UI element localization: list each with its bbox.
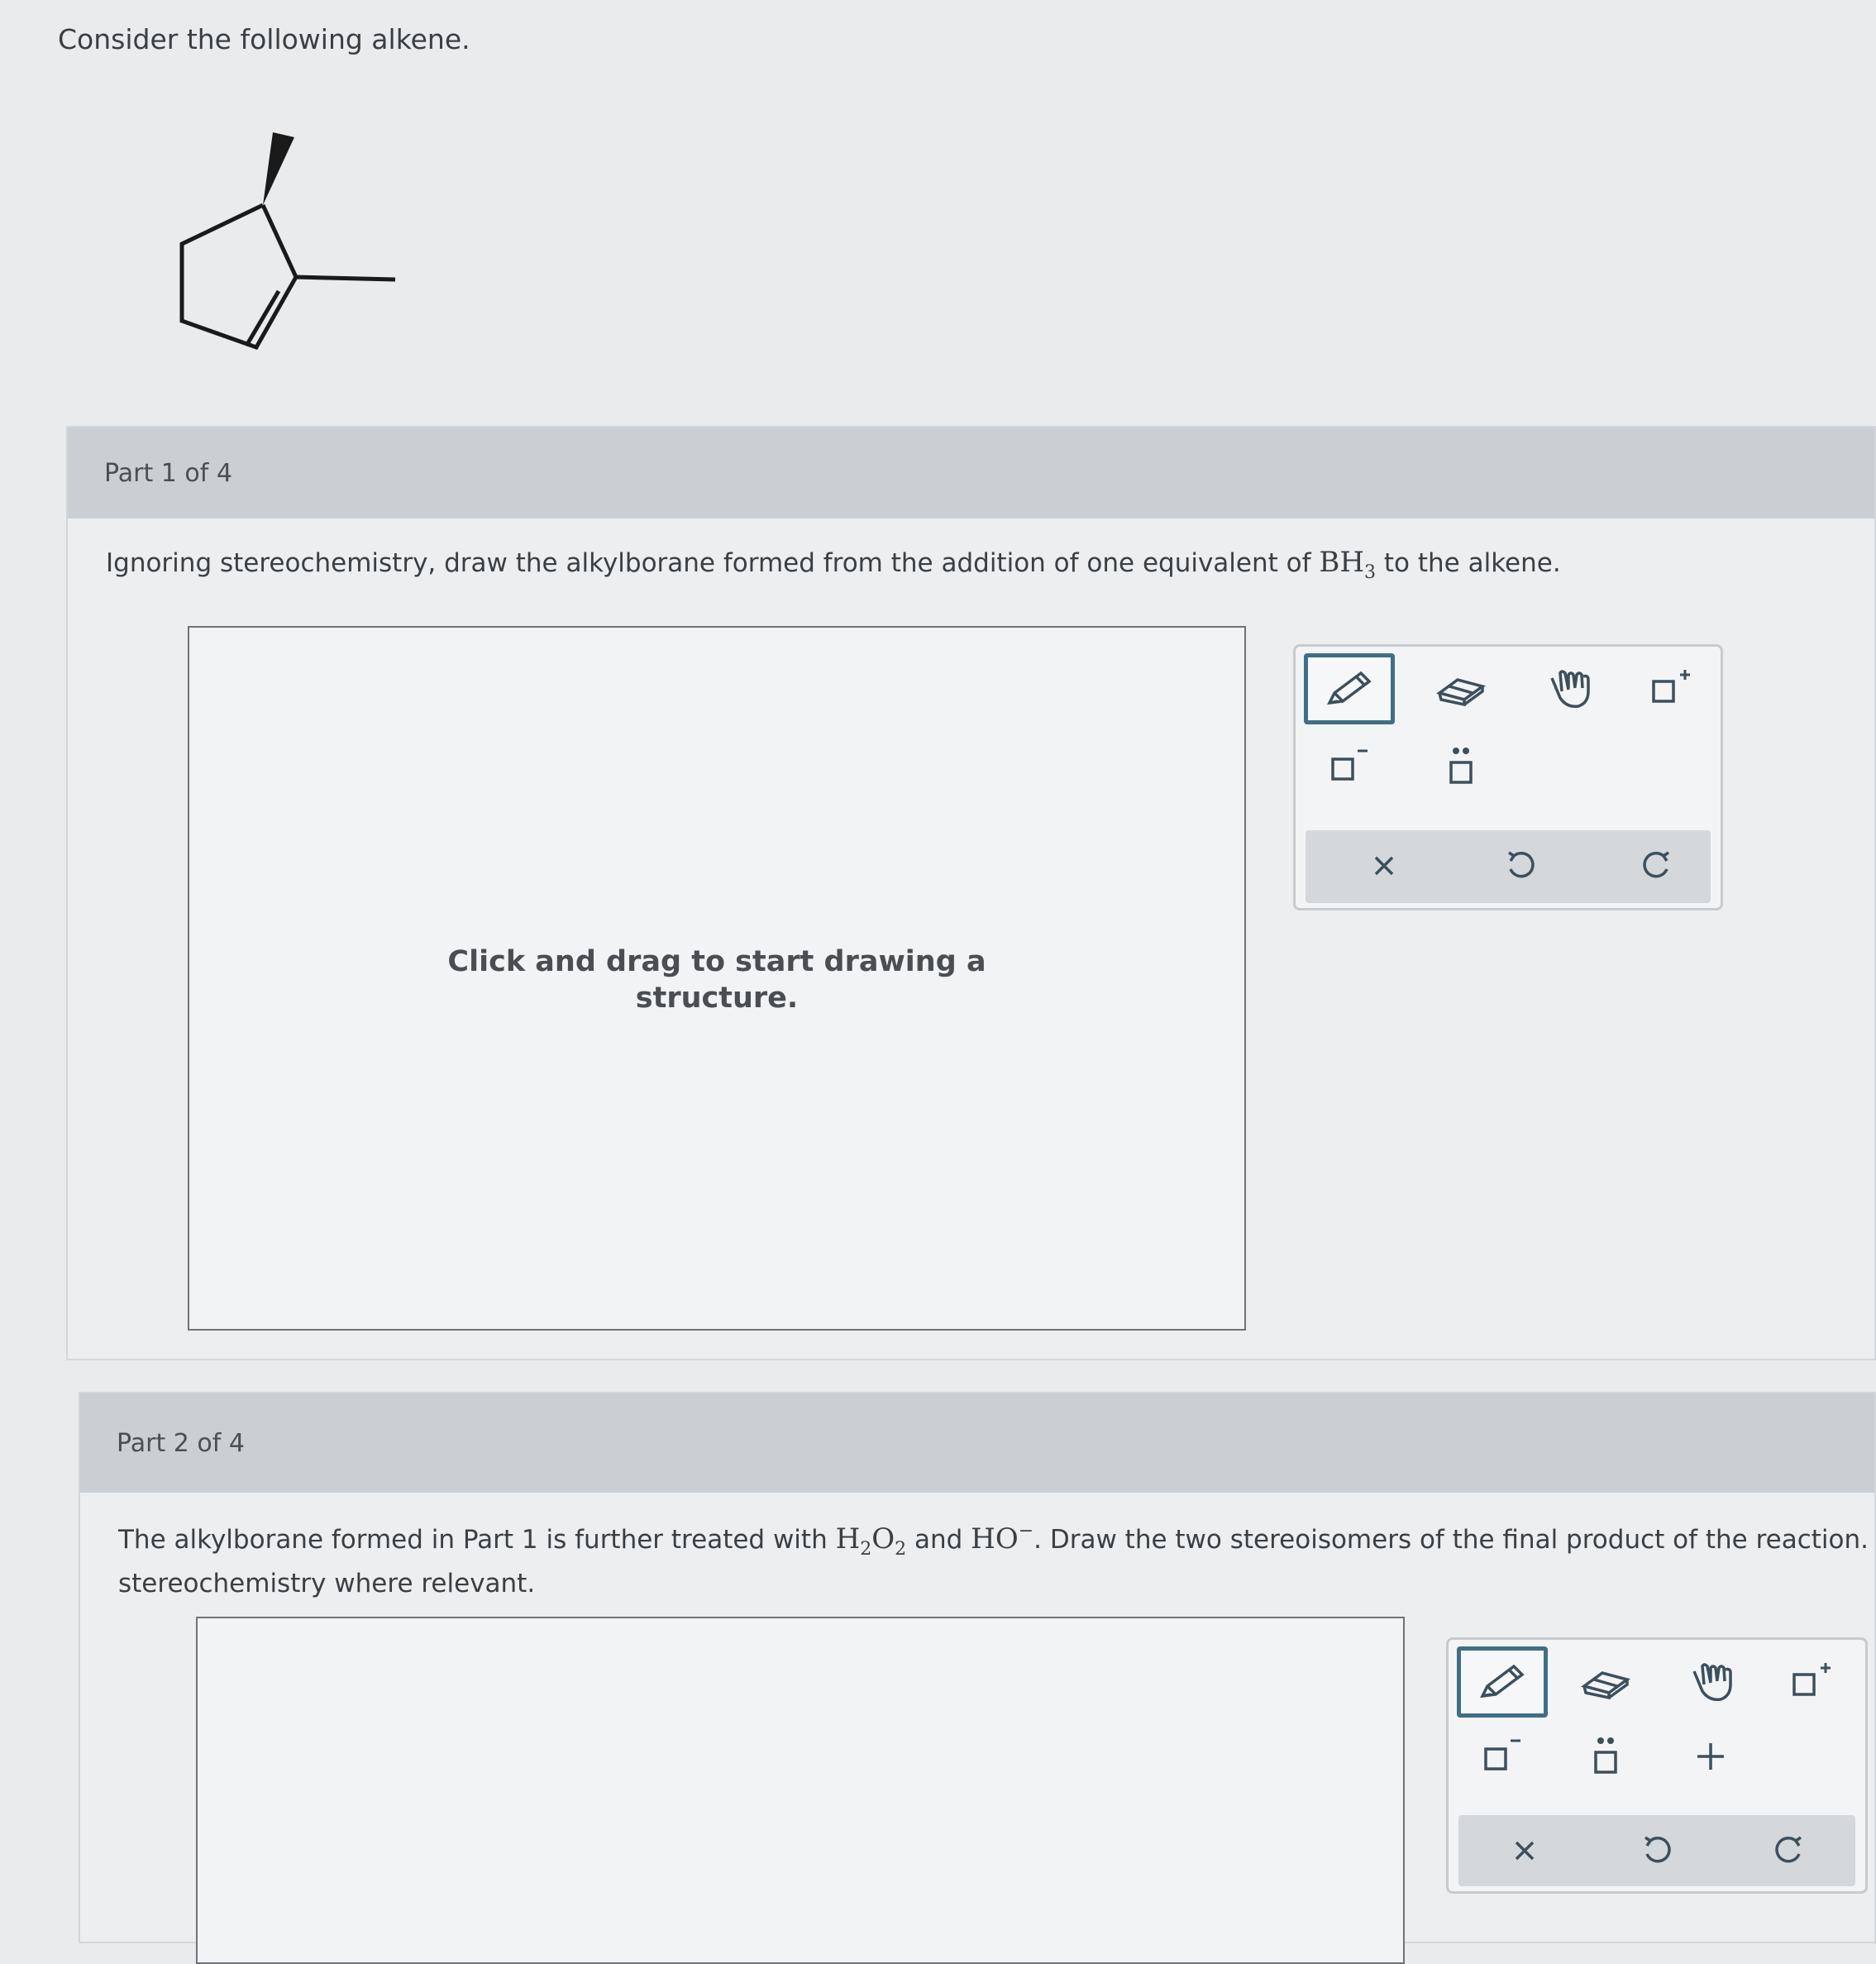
plus-charge-tool[interactable] (1626, 653, 1717, 724)
intro-text: Consider the following alkene. (58, 23, 470, 55)
plus-charge-icon (1652, 670, 1690, 703)
part1-header: Part 1 of 4 (68, 428, 1874, 518)
part1-label: Part 1 of 4 (104, 458, 232, 488)
undo-button[interactable] (1475, 830, 1566, 901)
undo-icon (1508, 851, 1535, 878)
redo-icon (1643, 851, 1669, 878)
eraser-icon (1436, 678, 1486, 707)
clear-button[interactable] (1339, 830, 1430, 901)
drawing-canvas-part2[interactable] (196, 1617, 1405, 1964)
hand-icon (1692, 1663, 1732, 1702)
part2-question: The alkylborane formed in Part 1 is furt… (118, 1517, 1876, 1603)
eraser-tool[interactable] (1560, 1646, 1651, 1718)
part1-question-end: to the alkene. (1383, 548, 1561, 578)
redo-button[interactable] (1744, 1815, 1835, 1886)
clear-button[interactable] (1479, 1815, 1570, 1886)
part2-header: Part 2 of 4 (80, 1393, 1874, 1493)
lone-pair-tool[interactable] (1415, 731, 1506, 802)
part2-question-line2: stereochemistry where relevant. (118, 1569, 536, 1599)
part1-question: Ignoring stereochemistry, draw the alkyl… (106, 541, 1842, 587)
plus-tool[interactable] (1665, 1721, 1756, 1792)
minus-charge-icon (1331, 749, 1368, 781)
hand-tool[interactable] (1523, 653, 1614, 724)
plus-charge-icon (1792, 1663, 1831, 1696)
lone-pair-icon (1449, 748, 1473, 784)
part2-panel: Part 2 of 4 The alkylborane formed in Pa… (79, 1392, 1876, 1964)
minus-charge-tool[interactable] (1304, 731, 1395, 802)
canvas-hint: Click and drag to start drawing a struct… (447, 945, 986, 1015)
drawing-toolbar-part1 (1293, 644, 1723, 910)
hand-icon (1550, 670, 1590, 709)
reagent-bh3: BH3 (1319, 546, 1377, 583)
pencil-tool[interactable] (1457, 1646, 1548, 1718)
eraser-tool[interactable] (1415, 653, 1506, 724)
drawing-canvas-part1[interactable]: Click and drag to start drawing a struct… (188, 626, 1246, 1331)
lone-pair-icon (1594, 1737, 1617, 1774)
pencil-icon (1326, 671, 1372, 705)
redo-icon (1775, 1836, 1802, 1863)
part1-panel: Part 1 of 4 Ignoring stereochemistry, dr… (66, 426, 1876, 1360)
undo-icon (1644, 1836, 1671, 1863)
drawing-toolbar-part2 (1446, 1637, 1868, 1894)
plus-charge-tool[interactable] (1767, 1646, 1858, 1718)
minus-charge-icon (1484, 1739, 1520, 1770)
part1-question-text: Ignoring stereochemistry, draw the alkyl… (106, 548, 1311, 578)
clear-icon (1374, 856, 1394, 876)
clear-icon (1515, 1841, 1535, 1861)
hand-tool[interactable] (1665, 1646, 1756, 1718)
pencil-icon (1479, 1664, 1525, 1699)
undo-button[interactable] (1611, 1815, 1702, 1886)
part2-question-line1: The alkylborane formed in Part 1 is furt… (118, 1521, 1876, 1560)
plus-icon (1697, 1743, 1724, 1770)
lone-pair-tool[interactable] (1560, 1721, 1651, 1792)
reagent-hydroxide: HO− (971, 1521, 1034, 1555)
reagent-h2o2: H2O2 (835, 1522, 907, 1560)
pencil-tool[interactable] (1304, 653, 1395, 724)
part2-label: Part 2 of 4 (117, 1428, 245, 1458)
eraser-icon (1581, 1671, 1630, 1700)
redo-button[interactable] (1611, 830, 1702, 901)
minus-charge-tool[interactable] (1457, 1721, 1548, 1792)
toolbar-actions-part2 (1458, 1815, 1855, 1886)
toolbar-actions-part1 (1306, 830, 1711, 903)
alkene-structure (179, 132, 396, 351)
